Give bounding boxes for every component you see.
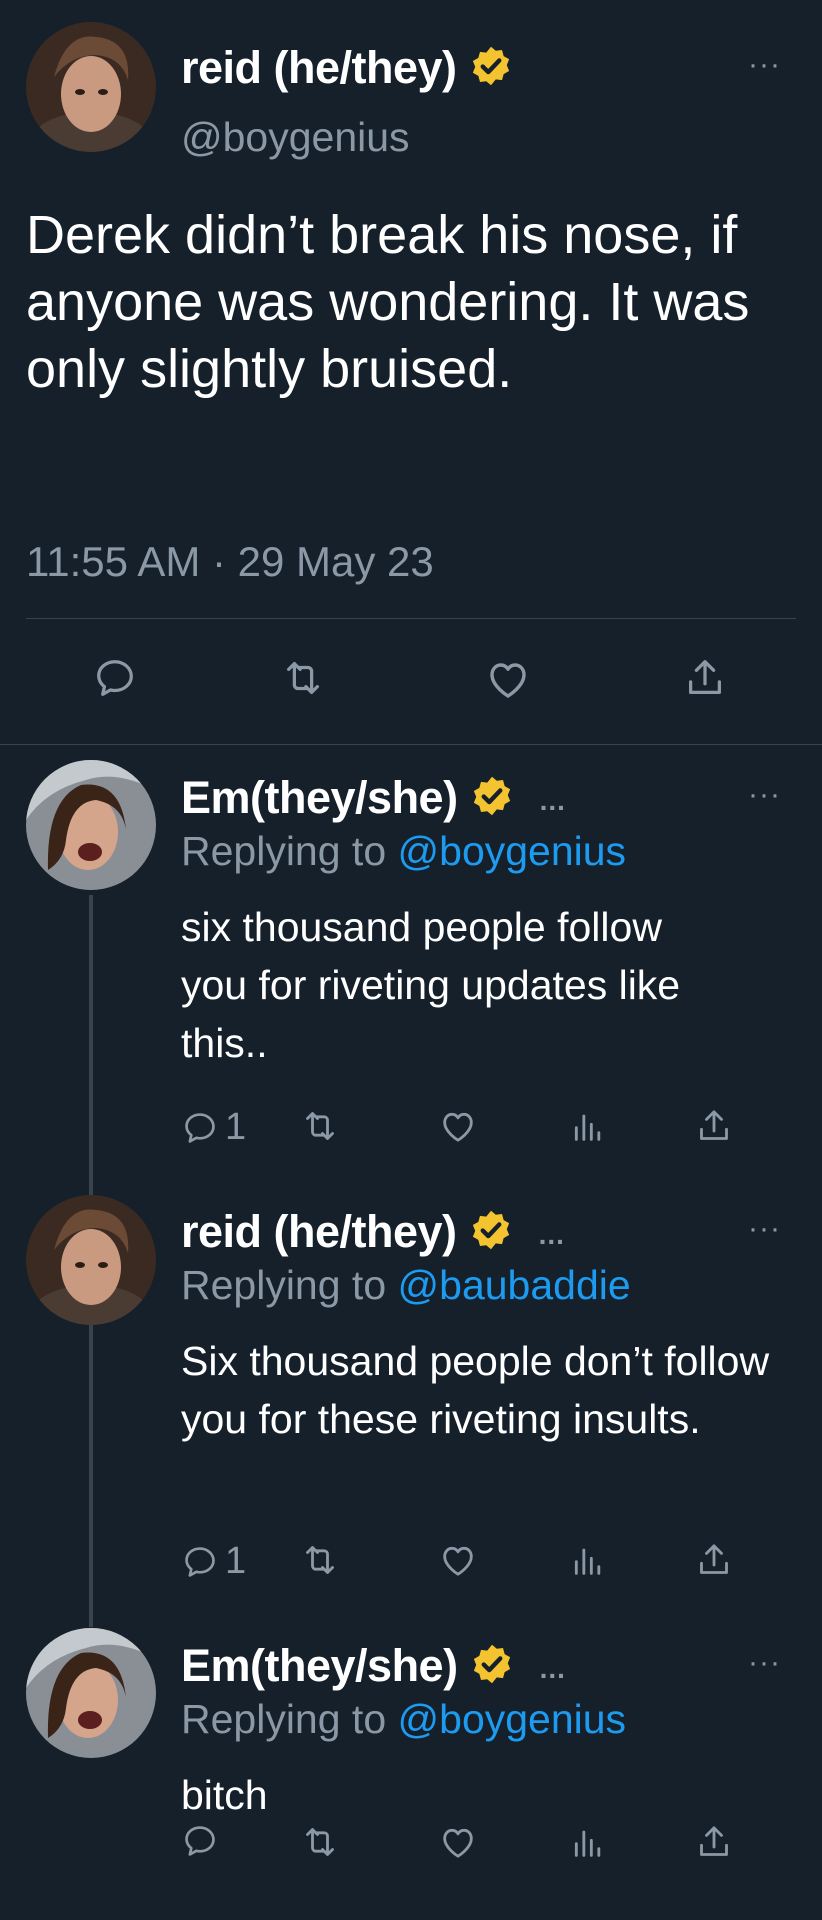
more-options-icon[interactable]: ··· (748, 48, 781, 82)
share-icon (700, 1110, 728, 1140)
retweet-button[interactable] (300, 1822, 340, 1862)
views-button[interactable] (568, 1822, 608, 1862)
display-name[interactable]: reid (he/they) (181, 1206, 457, 1257)
divider (0, 744, 822, 745)
reply-count: 1 (225, 1106, 247, 1148)
retweet-button[interactable] (300, 1106, 340, 1146)
heart-icon (443, 1112, 473, 1142)
avatar[interactable] (26, 1195, 156, 1325)
reply-count: 1 (225, 1540, 247, 1582)
reply-button[interactable]: 1 (181, 1106, 246, 1149)
divider (26, 618, 796, 619)
handle[interactable]: @boygenius (181, 114, 410, 161)
heart-icon (443, 1828, 473, 1858)
like-button[interactable] (438, 1106, 478, 1146)
heart-icon (443, 1546, 473, 1576)
retweet-icon (306, 1828, 334, 1856)
retweet-icon (286, 661, 320, 695)
timestamp[interactable]: 11:55 AM · 29 May 23 (26, 538, 434, 586)
retweet-button[interactable] (280, 655, 326, 701)
views-button[interactable] (568, 1540, 608, 1580)
retweet-button[interactable] (300, 1540, 340, 1580)
replying-to-label: Replying to (181, 1696, 398, 1742)
truncation-ellipsis: ... (539, 785, 566, 817)
heart-icon (490, 663, 526, 698)
bar-chart-icon (574, 1114, 601, 1141)
bar-chart-icon (574, 1548, 601, 1575)
more-options-icon[interactable]: ··· (748, 778, 781, 812)
avatar[interactable] (26, 1628, 156, 1758)
share-button[interactable] (694, 1106, 734, 1146)
tweet-text: Derek didn’t break his nose, if anyone w… (26, 205, 750, 399)
truncation-ellipsis: ... (538, 1219, 565, 1251)
mention-link[interactable]: @baubaddie (398, 1262, 631, 1308)
replying-to-label: Replying to (181, 1262, 398, 1308)
bar-chart-icon (574, 1830, 601, 1857)
verified-badge-icon (470, 1642, 514, 1697)
retweet-icon (306, 1112, 334, 1140)
more-options-icon[interactable]: ··· (748, 1212, 781, 1246)
like-button[interactable] (438, 1822, 478, 1862)
mention-link[interactable]: @boygenius (398, 1696, 627, 1742)
reply-text: bitch (181, 1772, 268, 1818)
verified-badge-icon (469, 1208, 513, 1263)
display-name[interactable]: reid (he/they) (181, 42, 457, 93)
more-options-icon[interactable]: ··· (748, 1646, 781, 1680)
like-button[interactable] (438, 1540, 478, 1580)
replying-to-label: Replying to (181, 828, 398, 874)
speech-bubble-icon (97, 660, 133, 696)
reply-button[interactable] (92, 655, 138, 701)
reply-button[interactable] (181, 1822, 219, 1860)
views-button[interactable] (568, 1106, 608, 1146)
speech-bubble-icon (185, 1546, 215, 1577)
avatar[interactable] (26, 760, 156, 890)
reply-button[interactable]: 1 (181, 1540, 246, 1583)
reply-text: Six thousand people don’t follow you for… (181, 1338, 770, 1442)
share-button[interactable] (694, 1540, 734, 1580)
share-button[interactable] (682, 655, 728, 701)
display-name[interactable]: Em(they/she) (181, 1640, 458, 1691)
like-button[interactable] (484, 655, 532, 703)
truncation-ellipsis: ... (539, 1653, 566, 1685)
display-name[interactable]: Em(they/she) (181, 772, 458, 823)
speech-bubble-icon (185, 1112, 215, 1143)
speech-bubble-icon (185, 1826, 215, 1856)
share-button[interactable] (694, 1822, 734, 1862)
reply-text: six thousand people follow you for rivet… (181, 904, 681, 1066)
avatar[interactable] (26, 22, 156, 152)
share-icon (688, 660, 722, 695)
verified-badge-icon (470, 774, 514, 829)
retweet-icon (306, 1546, 334, 1574)
share-icon (700, 1826, 728, 1856)
share-icon (700, 1544, 728, 1574)
verified-badge-icon (469, 44, 513, 99)
mention-link[interactable]: @boygenius (398, 828, 627, 874)
